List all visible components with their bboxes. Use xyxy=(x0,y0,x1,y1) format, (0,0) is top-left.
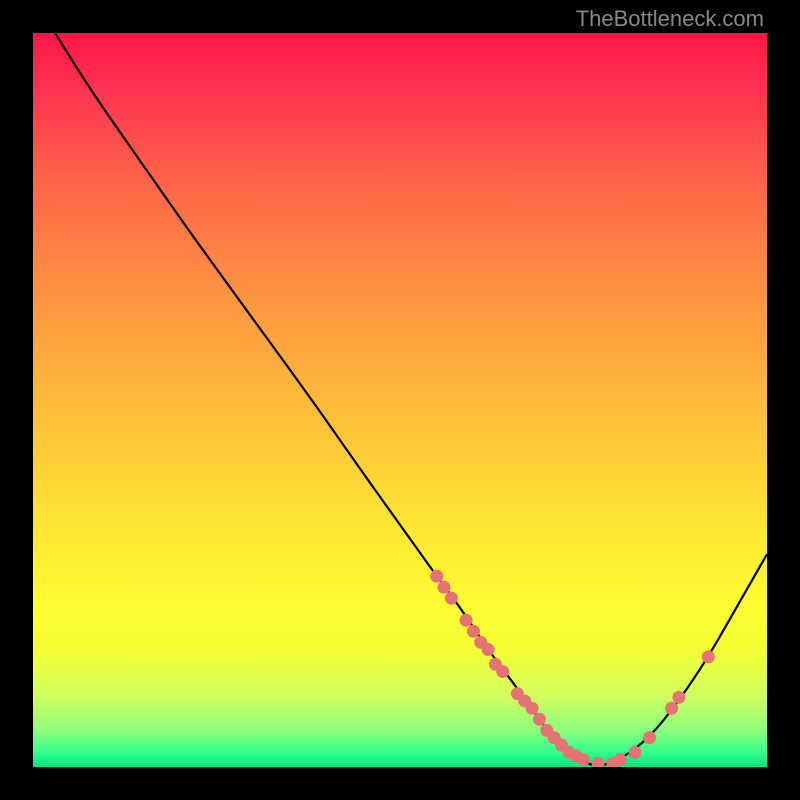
chart-svg xyxy=(33,33,767,767)
scatter-point xyxy=(665,702,678,715)
scatter-point xyxy=(482,643,495,656)
scatter-point xyxy=(592,757,605,767)
scatter-point xyxy=(628,746,641,759)
bottleneck-curve-line xyxy=(55,33,767,765)
scatter-point xyxy=(526,702,539,715)
scatter-point xyxy=(496,665,509,678)
scatter-point xyxy=(577,753,590,766)
scatter-point xyxy=(438,581,451,594)
scatter-point xyxy=(672,691,685,704)
scatter-point xyxy=(643,731,656,744)
scatter-points-layer xyxy=(430,570,715,767)
curve-layer xyxy=(55,33,767,765)
scatter-point xyxy=(702,650,715,663)
scatter-point xyxy=(430,570,443,583)
watermark-text: TheBottleneck.com xyxy=(576,6,764,32)
scatter-point xyxy=(533,713,546,726)
scatter-point xyxy=(445,592,458,605)
scatter-point xyxy=(467,625,480,638)
scatter-point xyxy=(460,614,473,627)
scatter-point xyxy=(614,753,627,766)
chart-container: TheBottleneck.com xyxy=(0,0,800,800)
